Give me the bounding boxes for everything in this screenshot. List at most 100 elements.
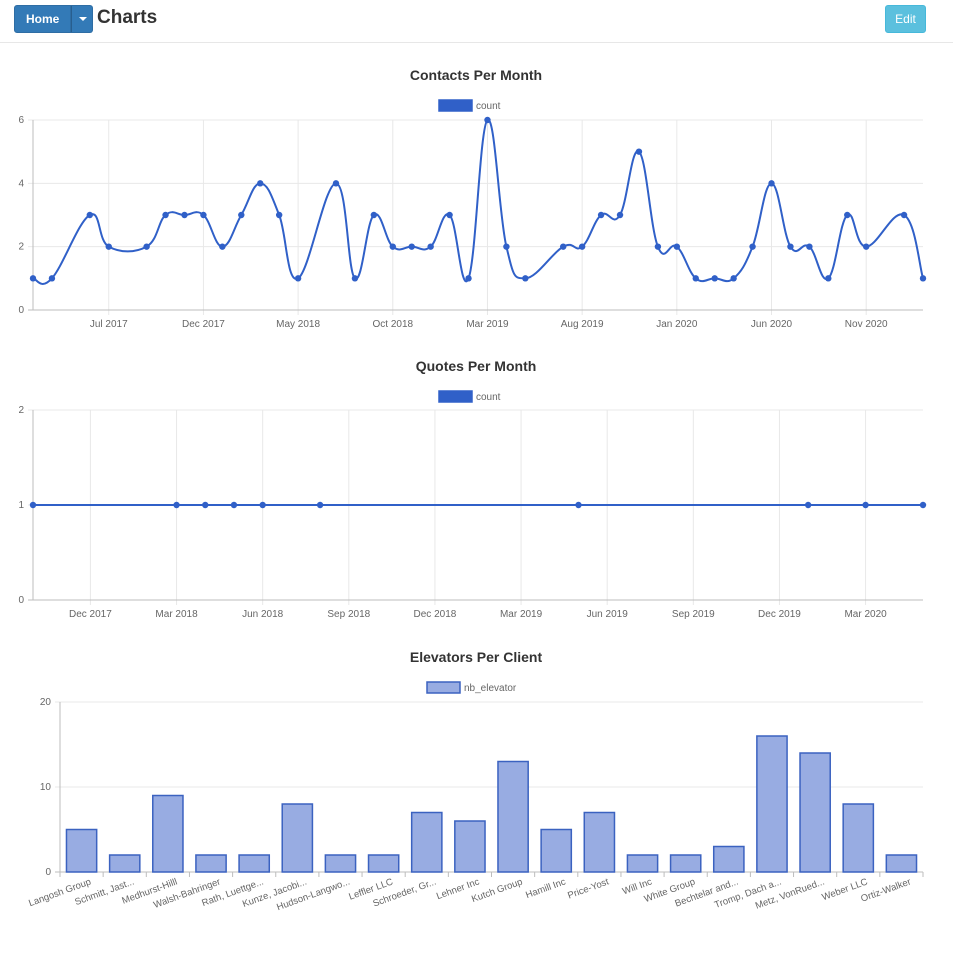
data-point: [522, 275, 529, 282]
bar: [842, 803, 875, 873]
x-tick-label: May 2018: [276, 319, 320, 330]
x-tick-label: Jun 2018: [242, 609, 284, 620]
data-point: [825, 275, 832, 282]
x-tick-label: Nov 2020: [845, 319, 888, 330]
legend-swatch: [426, 681, 461, 694]
y-tick-label: 1: [18, 500, 24, 511]
bar: [65, 828, 98, 873]
chart-title: Contacts Per Month: [410, 67, 542, 83]
x-tick-label: Mar 2019: [500, 609, 543, 620]
legend-swatch: [438, 390, 473, 403]
x-tick-label: Jun 2020: [751, 319, 793, 330]
data-point: [230, 501, 238, 509]
x-tick-label: Sep 2018: [327, 609, 370, 620]
data-point: [692, 275, 699, 282]
bar: [540, 828, 573, 873]
bar: [799, 752, 831, 873]
bar: [626, 854, 659, 873]
data-point: [578, 243, 586, 250]
data-point: [806, 243, 813, 250]
data-point: [200, 211, 207, 219]
home-button[interactable]: Home: [14, 5, 72, 33]
x-tick-label: Oct 2018: [372, 319, 413, 330]
data-point: [86, 211, 94, 219]
data-point: [465, 275, 472, 282]
y-tick-label: 20: [40, 697, 52, 708]
elevators-per-client-chart: Elevators Per Clientnb_elevator01020Lang…: [27, 649, 924, 913]
bar: [324, 854, 357, 873]
x-tick-label: Jun 2019: [587, 609, 629, 620]
bar: [108, 854, 141, 873]
bar: [195, 854, 227, 873]
data-point: [654, 243, 662, 250]
data-point: [257, 180, 264, 187]
data-point: [616, 211, 624, 219]
home-dropdown-toggle[interactable]: [71, 5, 94, 33]
x-tick-label: Hamill Inc: [524, 876, 567, 901]
x-tick-label: Dec 2017: [182, 319, 225, 330]
x-tick-label: Dec 2019: [758, 609, 801, 620]
data-point: [575, 501, 582, 509]
data-point: [673, 243, 681, 250]
data-point: [446, 211, 453, 219]
data-point: [181, 211, 188, 219]
y-tick-label: 0: [18, 305, 24, 316]
bar: [367, 854, 400, 873]
bar: [756, 735, 788, 873]
data-point: [238, 211, 245, 219]
x-tick-label: Aug 2019: [561, 319, 604, 330]
bar: [885, 854, 918, 873]
y-tick-label: 2: [18, 405, 24, 416]
bar: [454, 820, 486, 873]
data-point: [503, 243, 510, 250]
data-point: [48, 275, 56, 282]
data-point: [919, 275, 927, 282]
data-point: [844, 211, 851, 219]
data-point: [427, 243, 434, 250]
data-point: [219, 243, 226, 250]
data-point: [370, 211, 378, 219]
data-point: [787, 243, 794, 250]
legend-label: nb_elevator: [464, 683, 517, 694]
data-point: [862, 501, 869, 509]
bar: [712, 845, 745, 873]
x-tick-label: Jul 2017: [90, 319, 128, 330]
data-point: [635, 148, 643, 155]
x-tick-label: Price-Yost: [566, 876, 610, 901]
y-tick-label: 0: [18, 595, 24, 606]
bar: [497, 760, 529, 873]
bar: [410, 811, 443, 873]
bar: [281, 803, 314, 873]
bar: [583, 811, 616, 873]
data-point: [332, 180, 340, 187]
x-tick-label: Dec 2018: [414, 609, 457, 620]
data-point: [804, 501, 812, 509]
y-tick-label: 0: [45, 867, 51, 878]
bar: [238, 854, 271, 873]
bar: [669, 854, 702, 873]
data-point: [29, 501, 37, 509]
x-tick-label: Mar 2020: [844, 609, 887, 620]
data-point: [408, 243, 415, 250]
contacts-per-month-chart: Contacts Per Month count 0 2 4 6 Jul 2017 Dec 2…: [18, 67, 927, 330]
data-point: [202, 501, 209, 509]
edit-button[interactable]: Edit: [885, 5, 926, 33]
home-button-group: Home: [14, 5, 94, 33]
data-point: [484, 116, 491, 124]
series-line: [32, 118, 924, 285]
data-point: [749, 243, 756, 250]
y-tick-label: 6: [18, 115, 24, 126]
data-point: [105, 243, 112, 250]
data-point: [597, 211, 605, 219]
legend-label: count: [476, 392, 501, 403]
data-point: [730, 275, 737, 282]
data-point: [316, 501, 324, 509]
data-point: [275, 211, 283, 219]
chart-title: Quotes Per Month: [416, 358, 537, 374]
x-tick-label: Dec 2017: [69, 609, 112, 620]
chart-title: Elevators Per Client: [410, 649, 543, 665]
y-tick-label: 4: [18, 178, 24, 189]
data-point: [900, 211, 908, 219]
data-point: [29, 275, 37, 282]
legend-swatch: [438, 99, 473, 112]
